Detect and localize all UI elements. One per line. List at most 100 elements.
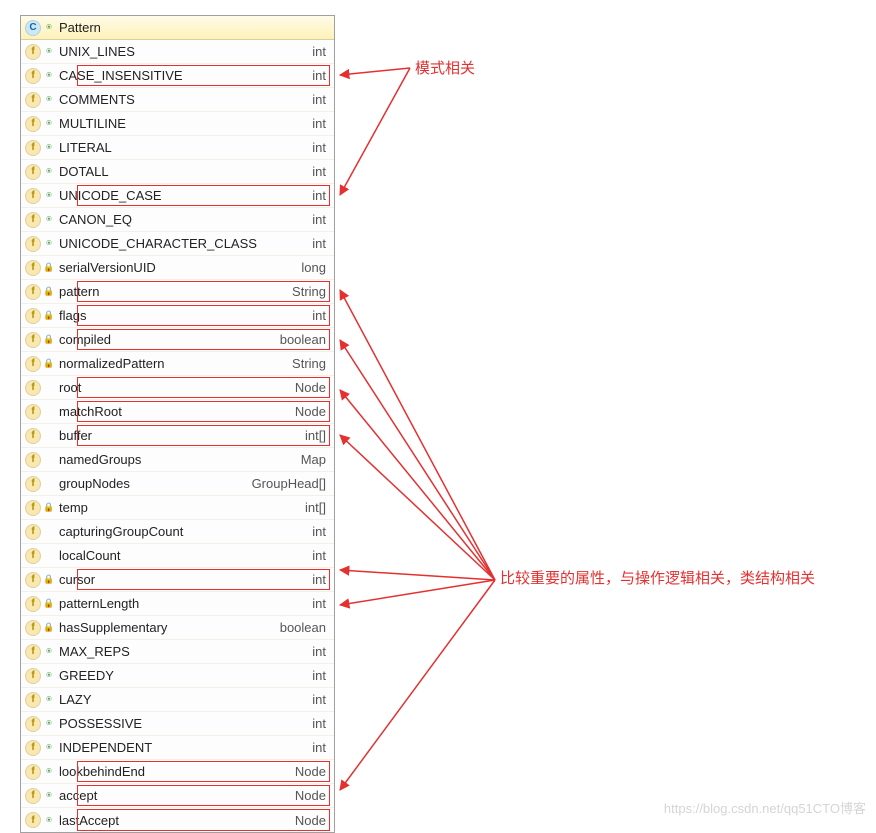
field-row[interactable]: f⍟MULTILINEint bbox=[21, 112, 334, 136]
field-icon: f bbox=[25, 596, 41, 612]
field-icon: f bbox=[25, 428, 41, 444]
field-icon: f bbox=[25, 716, 41, 732]
field-type: int bbox=[312, 692, 330, 707]
modifier-badge-icon: ⍟ bbox=[43, 166, 55, 178]
field-row[interactable]: f⍟UNIX_LINESint bbox=[21, 40, 334, 64]
field-name: UNICODE_CASE bbox=[55, 188, 312, 203]
field-type: GroupHead[] bbox=[252, 476, 330, 491]
field-name: DOTALL bbox=[55, 164, 312, 179]
field-row[interactable]: f⍟DOTALLint bbox=[21, 160, 334, 184]
field-icon: f bbox=[25, 500, 41, 516]
field-type: int bbox=[312, 44, 330, 59]
field-name: patternLength bbox=[55, 596, 312, 611]
field-icon: f bbox=[25, 308, 41, 324]
modifier-badge-icon: ⍟ bbox=[43, 70, 55, 82]
field-row[interactable]: f⍟LITERALint bbox=[21, 136, 334, 160]
field-row[interactable]: f⍟CANON_EQint bbox=[21, 208, 334, 232]
field-row[interactable]: f⍟CASE_INSENSITIVEint bbox=[21, 64, 334, 88]
field-name: COMMENTS bbox=[55, 92, 312, 107]
field-icon: f bbox=[25, 236, 41, 252]
class-header-row[interactable]: C ⍟ Pattern bbox=[21, 16, 334, 40]
field-row[interactable]: f🔒hasSupplementaryboolean bbox=[21, 616, 334, 640]
class-name: Pattern bbox=[55, 20, 330, 35]
field-icon: f bbox=[25, 356, 41, 372]
field-name: temp bbox=[55, 500, 305, 515]
field-row[interactable]: f⍟GREEDYint bbox=[21, 664, 334, 688]
field-icon: f bbox=[25, 404, 41, 420]
field-type: int bbox=[312, 92, 330, 107]
field-row[interactable]: fbufferint[] bbox=[21, 424, 334, 448]
field-icon: f bbox=[25, 212, 41, 228]
field-type: int bbox=[312, 716, 330, 731]
field-name: MULTILINE bbox=[55, 116, 312, 131]
field-name: capturingGroupCount bbox=[55, 524, 312, 539]
field-icon: f bbox=[25, 164, 41, 180]
field-icon: f bbox=[25, 692, 41, 708]
modifier-badge-icon: 🔒 bbox=[43, 358, 55, 370]
modifier-badge-icon: ⍟ bbox=[43, 46, 55, 58]
field-name: UNIX_LINES bbox=[55, 44, 312, 59]
field-type: int bbox=[312, 524, 330, 539]
field-row[interactable]: f⍟acceptNode bbox=[21, 784, 334, 808]
modifier-badge-icon: ⍟ bbox=[43, 238, 55, 250]
class-icon: C bbox=[25, 20, 41, 36]
field-icon: f bbox=[25, 572, 41, 588]
field-row[interactable]: f⍟POSSESSIVEint bbox=[21, 712, 334, 736]
field-row[interactable]: f capturingGroupCountint bbox=[21, 520, 334, 544]
field-row[interactable]: f🔒patternString bbox=[21, 280, 334, 304]
field-row[interactable]: f⍟LAZYint bbox=[21, 688, 334, 712]
field-type: int bbox=[312, 740, 330, 755]
field-name: lookbehindEnd bbox=[55, 764, 295, 779]
field-row[interactable]: f🔒normalizedPatternString bbox=[21, 352, 334, 376]
field-type: int bbox=[312, 596, 330, 611]
field-row[interactable]: f⍟lookbehindEndNode bbox=[21, 760, 334, 784]
field-row[interactable]: f⍟UNICODE_CHARACTER_CLASSint bbox=[21, 232, 334, 256]
field-row[interactable]: fnamedGroupsMap bbox=[21, 448, 334, 472]
field-name: CASE_INSENSITIVE bbox=[55, 68, 312, 83]
field-icon: f bbox=[25, 524, 41, 540]
field-name: compiled bbox=[55, 332, 280, 347]
field-icon: f bbox=[25, 452, 41, 468]
modifier-badge-icon: 🔒 bbox=[43, 286, 55, 298]
modifier-badge-icon: 🔒 bbox=[43, 262, 55, 274]
annotation-top: 模式相关 bbox=[415, 58, 475, 79]
field-icon: f bbox=[25, 260, 41, 276]
modifier-badge-icon: ⍟ bbox=[43, 214, 55, 226]
field-row[interactable]: f⍟INDEPENDENTint bbox=[21, 736, 334, 760]
field-type: Node bbox=[295, 380, 330, 395]
field-row[interactable]: f🔒cursorint bbox=[21, 568, 334, 592]
modifier-badge-icon: ⍟ bbox=[43, 718, 55, 730]
field-icon: f bbox=[25, 812, 41, 828]
field-row[interactable]: f⍟UNICODE_CASEint bbox=[21, 184, 334, 208]
field-row[interactable]: f🔒compiledboolean bbox=[21, 328, 334, 352]
field-row[interactable]: f🔒serialVersionUIDlong bbox=[21, 256, 334, 280]
field-icon: f bbox=[25, 188, 41, 204]
field-name: groupNodes bbox=[55, 476, 252, 491]
field-row[interactable]: f⍟COMMENTSint bbox=[21, 88, 334, 112]
field-name: hasSupplementary bbox=[55, 620, 280, 635]
field-icon: f bbox=[25, 620, 41, 636]
field-icon: f bbox=[25, 92, 41, 108]
modifier-badge-icon: ⍟ bbox=[43, 790, 55, 802]
field-icon: f bbox=[25, 44, 41, 60]
field-row[interactable]: f⍟lastAcceptNode bbox=[21, 808, 334, 832]
field-row[interactable]: f🔒flagsint bbox=[21, 304, 334, 328]
field-row[interactable]: f⍟MAX_REPSint bbox=[21, 640, 334, 664]
field-name: buffer bbox=[55, 428, 305, 443]
field-row[interactable]: frootNode bbox=[21, 376, 334, 400]
modifier-badge-icon: ⍟ bbox=[43, 646, 55, 658]
field-row[interactable]: f🔒tempint[] bbox=[21, 496, 334, 520]
modifier-badge-icon: ⍟ bbox=[43, 742, 55, 754]
field-type: int bbox=[312, 188, 330, 203]
field-type: String bbox=[292, 284, 330, 299]
field-type: int[] bbox=[305, 428, 330, 443]
field-name: serialVersionUID bbox=[55, 260, 301, 275]
field-row[interactable]: flocalCountint bbox=[21, 544, 334, 568]
field-type: Node bbox=[295, 788, 330, 803]
field-row[interactable]: fgroupNodesGroupHead[] bbox=[21, 472, 334, 496]
field-type: int bbox=[312, 68, 330, 83]
field-type: Map bbox=[301, 452, 330, 467]
field-type: boolean bbox=[280, 620, 330, 635]
field-row[interactable]: f🔒patternLengthint bbox=[21, 592, 334, 616]
field-row[interactable]: fmatchRootNode bbox=[21, 400, 334, 424]
